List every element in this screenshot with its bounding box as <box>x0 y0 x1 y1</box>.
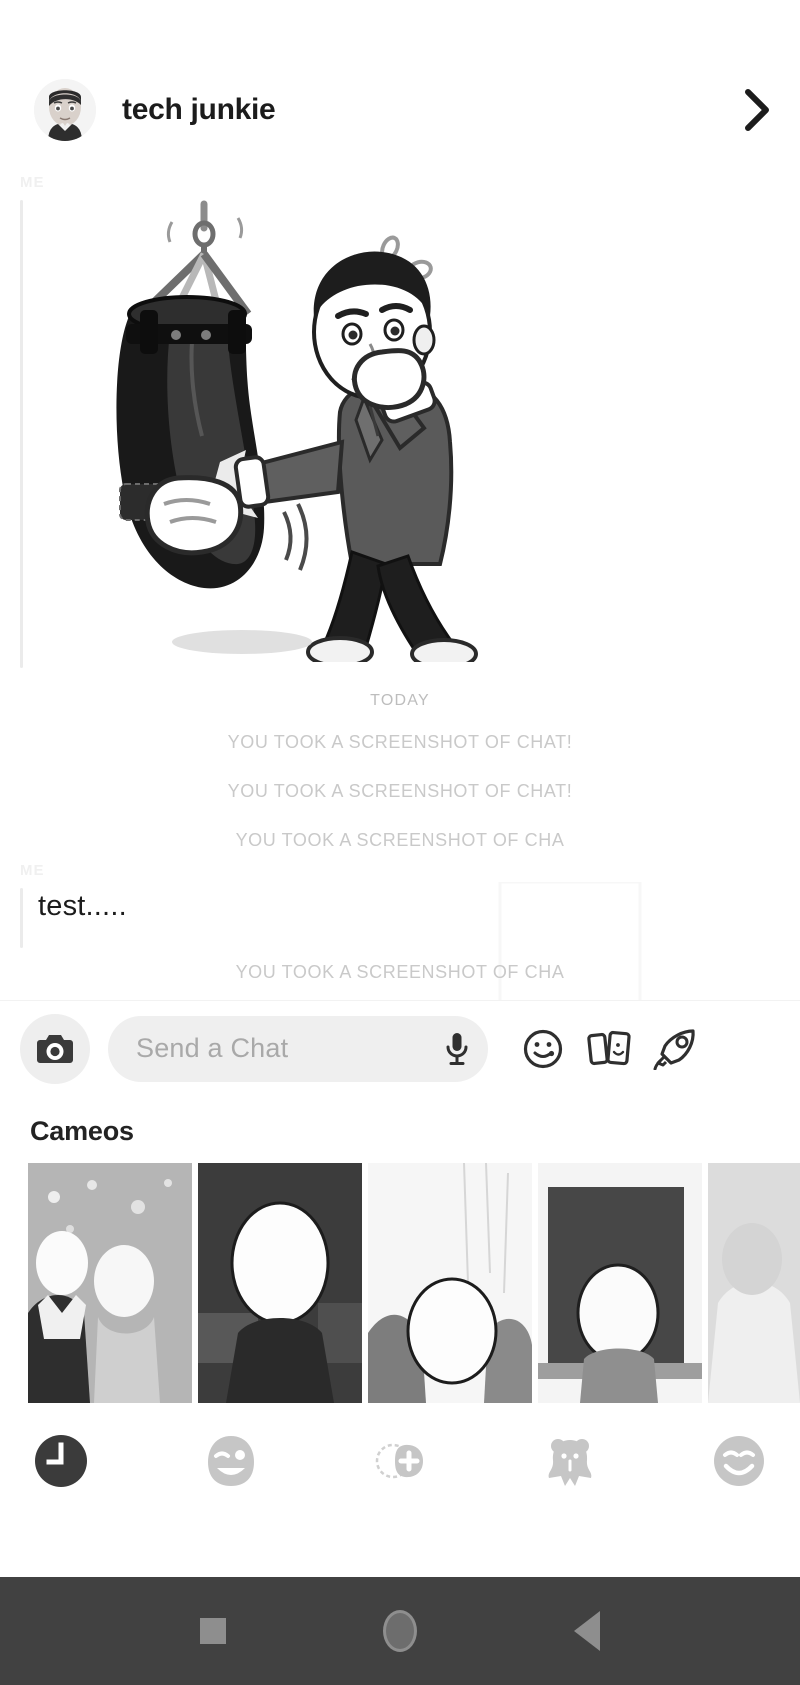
cameo-card[interactable] <box>28 1163 192 1403</box>
message-sender-label: ME <box>20 174 45 191</box>
cameo-card[interactable] <box>538 1163 702 1403</box>
bear-mascot-icon <box>548 1439 591 1486</box>
cameos-tab-wink[interactable] <box>200 1430 262 1492</box>
add-sticker-icon <box>375 1443 423 1479</box>
camera-button[interactable] <box>20 1013 90 1084</box>
cameos-tab-add-sticker[interactable] <box>369 1430 431 1492</box>
android-nav-bar <box>0 1577 800 1685</box>
system-note: YOU TOOK A SCREENSHOT OF CHAT! <box>227 732 573 752</box>
rocket-icon <box>653 1028 695 1070</box>
cameo-cards-button[interactable] <box>580 1020 638 1078</box>
cameos-tab-smiley[interactable] <box>708 1430 770 1492</box>
bitmoji-avatar[interactable] <box>34 79 96 141</box>
chat-input-placeholder: Send a Chat <box>136 1033 289 1063</box>
smiley-sticker-icon <box>523 1029 563 1068</box>
cameos-title: Cameos <box>30 1116 134 1146</box>
wink-smiley-icon <box>207 1436 254 1486</box>
cameos-tab-recent[interactable] <box>30 1430 92 1492</box>
home-circle-icon[interactable] <box>365 1596 435 1666</box>
message-sender-label: ME <box>20 862 45 879</box>
status-bar <box>0 0 800 58</box>
chat-input-field[interactable]: Send a Chat <box>108 1015 488 1082</box>
microphone-icon[interactable] <box>444 1031 470 1067</box>
cameos-tab-mascot[interactable] <box>539 1430 601 1492</box>
cameo-card[interactable] <box>708 1163 800 1403</box>
chat-header: tech junkie <box>0 58 800 162</box>
rocket-button[interactable] <box>646 1020 704 1078</box>
smiley-icon <box>714 1436 764 1486</box>
snapchat-chat-screen: tech junkie ME TODAY YOU TOOK A SCREENSH… <box>0 0 800 1685</box>
system-note: YOU TOOK A SCREENSHOT OF CHAT! <box>227 781 573 801</box>
message-accent-bar <box>20 888 23 948</box>
message-text-content: test..... <box>38 890 127 922</box>
cameos-panel: Cameos <box>0 1096 800 1577</box>
friend-name: tech junkie <box>122 93 276 126</box>
cameos-carousel[interactable] <box>0 1163 800 1411</box>
cameo-card[interactable] <box>368 1163 532 1403</box>
chat-input-bar: Send a Chat <box>0 1000 800 1096</box>
system-note: YOU TOOK A SCREENSHOT OF CHA <box>235 830 565 850</box>
bitmoji-boxing-sticker[interactable] <box>52 192 482 662</box>
camera-icon <box>37 1034 73 1063</box>
cameos-tab-bar[interactable] <box>0 1411 800 1511</box>
clock-icon <box>35 1435 87 1487</box>
chevron-right-icon[interactable] <box>740 88 774 132</box>
message-accent-bar <box>20 200 23 668</box>
system-note: YOU TOOK A SCREENSHOT OF CHA <box>235 962 565 982</box>
cameo-card[interactable] <box>198 1163 362 1403</box>
sticker-smiley-button[interactable] <box>514 1020 572 1078</box>
recents-square-icon[interactable] <box>178 1596 248 1666</box>
cameo-cards-icon <box>587 1030 631 1065</box>
conversation-area[interactable]: ME TODAY YOU TOOK A SCREENSHOT OF CHAT! … <box>0 162 800 1000</box>
back-triangle-icon[interactable] <box>552 1596 622 1666</box>
day-divider: TODAY <box>370 692 430 709</box>
